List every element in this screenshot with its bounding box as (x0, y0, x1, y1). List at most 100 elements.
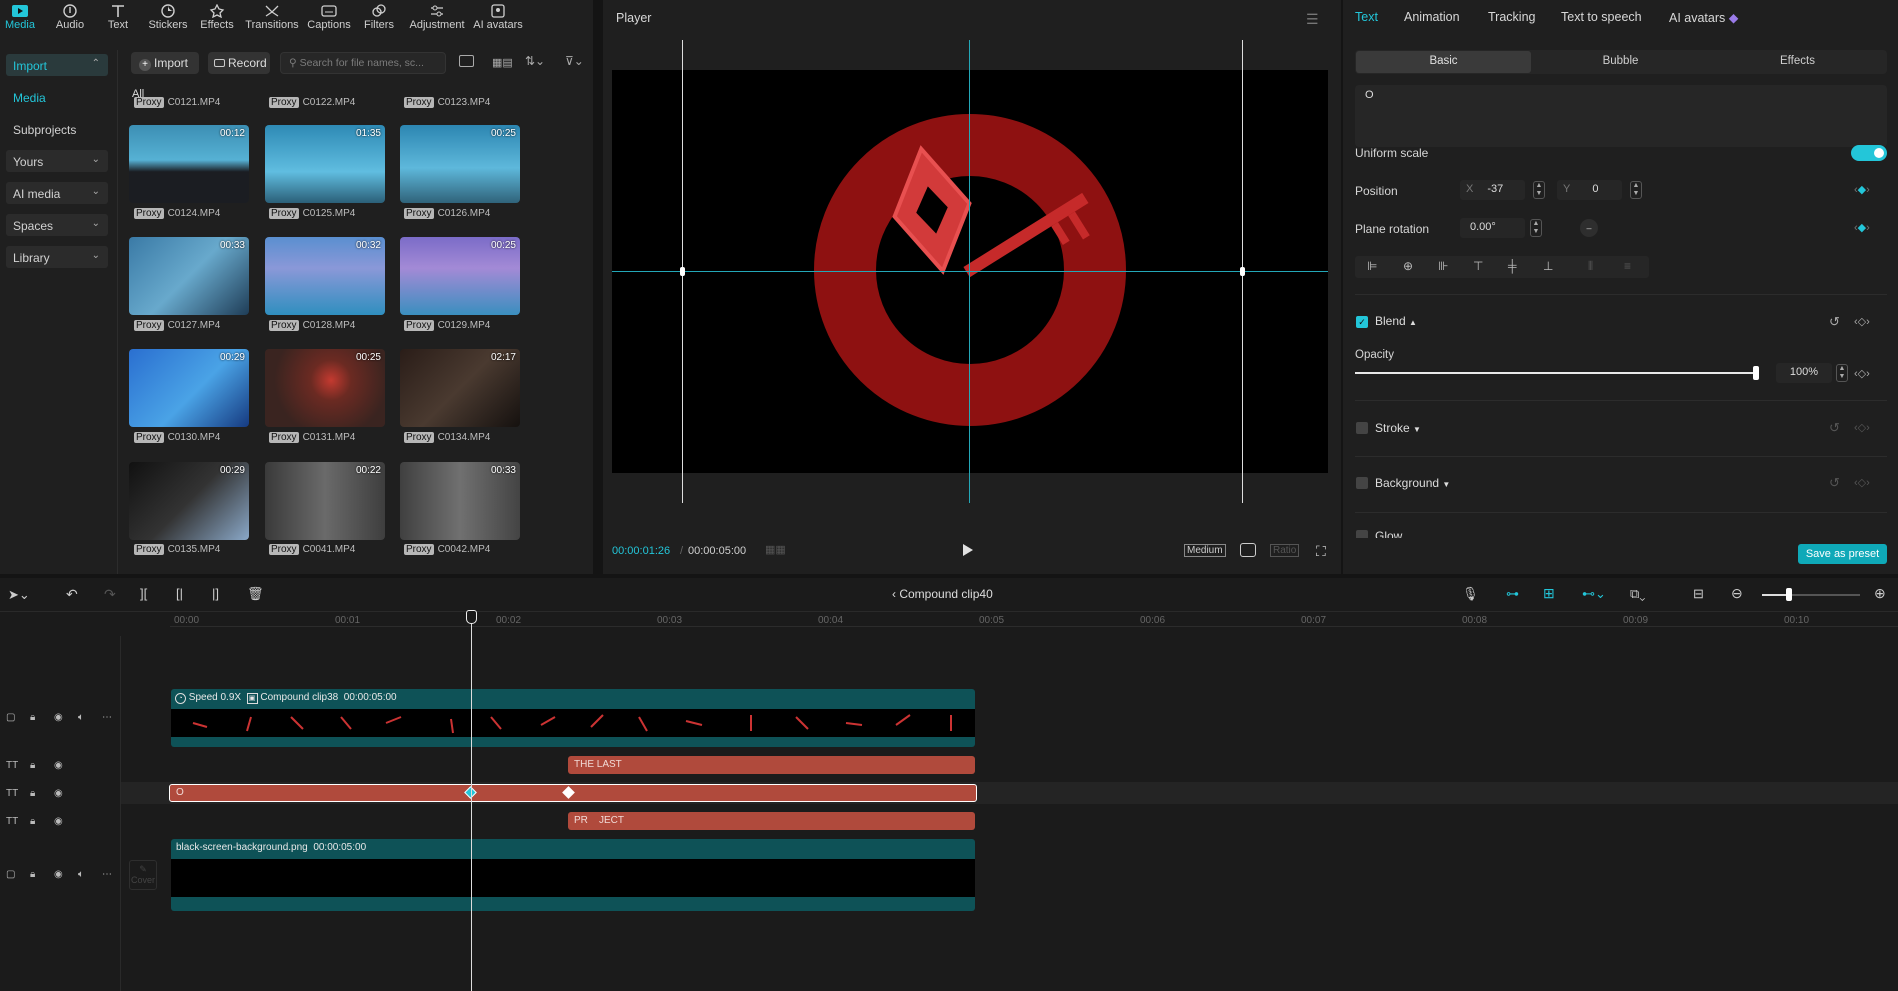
stepper-icon[interactable]: ▲ ▼ (1630, 181, 1642, 199)
tab-ai-avatars[interactable]: AI avatars ◆ (1669, 10, 1738, 25)
resize-handle[interactable] (680, 267, 685, 276)
quality-dropdown[interactable]: Medium (1184, 544, 1226, 557)
eye-icon[interactable]: ◉ (54, 869, 63, 880)
media-thumbnail[interactable]: 02:17 (400, 349, 520, 427)
lock-icon[interactable]: 🔒︎ (30, 760, 35, 771)
keyframe-nav-icon[interactable]: ‹◇› (1854, 315, 1870, 328)
align-left-icon[interactable]: ⊫ (1367, 259, 1377, 273)
tool-stickers[interactable]: Stickers (140, 2, 196, 36)
text-content-field[interactable]: O (1355, 85, 1887, 147)
keyframe-nav-icon[interactable]: ‹◇› (1854, 476, 1870, 489)
nav-import[interactable]: Import ⌃ (6, 54, 108, 76)
opacity-field[interactable]: 100% (1776, 363, 1832, 383)
nav-spaces[interactable]: Spaces ⌄ (6, 214, 108, 236)
zoom-in-icon[interactable]: ⊕ (1874, 585, 1886, 602)
media-thumbnail[interactable]: 00:25 (265, 349, 385, 427)
undo-icon[interactable]: ↶ (66, 586, 78, 603)
search-input[interactable]: ⚲ Search for file names, sc... (280, 52, 446, 74)
text-clip-project[interactable]: PR JECT (568, 812, 975, 830)
eye-icon[interactable]: ◉ (54, 816, 63, 827)
ratio-button[interactable]: Ratio (1270, 544, 1300, 557)
trim-right-icon[interactable]: |] (212, 586, 219, 601)
eye-icon[interactable]: ◉ (54, 788, 63, 799)
volume-icon[interactable]: 🔈︎ (78, 712, 84, 723)
background-clip[interactable]: black-screen-background.png 00:00:05:00 (171, 839, 975, 911)
microphone-icon[interactable]: 🎙 (1462, 586, 1479, 602)
nav-subprojects[interactable]: Subprojects (6, 118, 108, 140)
keyframe-nav-icon[interactable]: ‹◆› (1854, 183, 1870, 196)
lock-icon[interactable]: 🔒︎ (30, 712, 35, 723)
screenshot-icon[interactable] (1240, 543, 1256, 557)
fullscreen-icon[interactable]: ⛶ (1316, 543, 1326, 560)
distribute-h-icon[interactable]: ⫴ (1588, 259, 1593, 274)
align-center-h-icon[interactable]: ⊕ (1403, 259, 1413, 273)
new-folder-icon[interactable] (459, 55, 474, 67)
glow-checkbox[interactable] (1356, 530, 1368, 538)
reset-icon[interactable]: ↺ (1829, 475, 1840, 491)
delete-icon[interactable]: 🗑 (247, 586, 264, 602)
rotation-dial-icon[interactable]: – (1580, 219, 1598, 237)
align-top-icon[interactable]: ⊤ (1473, 259, 1483, 273)
keyframe-nav-icon[interactable]: ‹◆› (1854, 221, 1870, 234)
tool-filters[interactable]: Filters (351, 2, 407, 36)
tool-captions[interactable]: Captions (301, 2, 357, 36)
zoom-slider-handle[interactable] (1786, 588, 1792, 601)
stepper-icon[interactable]: ▲ ▼ (1836, 364, 1848, 382)
align-right-icon[interactable]: ⊪ (1438, 259, 1448, 273)
stepper-icon[interactable]: ▲ ▼ (1533, 181, 1545, 199)
tool-media[interactable]: Media (0, 2, 48, 36)
stroke-checkbox[interactable] (1356, 422, 1368, 434)
background-checkbox[interactable] (1356, 477, 1368, 489)
blend-checkbox[interactable]: ✓ (1356, 316, 1368, 328)
media-thumbnail[interactable]: 00:22 (265, 462, 385, 540)
nav-yours[interactable]: Yours ⌄ (6, 150, 108, 172)
distribute-v-icon[interactable]: ≡ (1624, 259, 1631, 273)
glow-label[interactable]: Glow (1375, 529, 1402, 538)
save-as-preset-button[interactable]: Save as preset (1798, 544, 1887, 564)
record-button[interactable]: Record (208, 52, 270, 74)
resize-handle[interactable] (1240, 267, 1245, 276)
timecode-grid-icon[interactable]: ▦▦ (765, 543, 786, 556)
cover-button[interactable]: ✎ Cover (129, 860, 157, 890)
blend-label[interactable]: Blend ▲ (1375, 314, 1417, 328)
media-thumbnail[interactable]: 00:25 (400, 125, 520, 203)
tab-text-to-speech[interactable]: Text to speech (1561, 10, 1642, 24)
stroke-label[interactable]: Stroke ▼ (1375, 421, 1421, 435)
filter-icon[interactable]: ⊽⌄ (565, 54, 584, 68)
sort-icon[interactable]: ⇅⌄ (525, 54, 545, 68)
background-label[interactable]: Background ▼ (1375, 476, 1450, 490)
magnet-icon[interactable]: ⊶ (1506, 586, 1519, 602)
more-icon[interactable]: ⋯ (102, 869, 112, 880)
tool-text[interactable]: Text (90, 2, 146, 36)
tool-effects[interactable]: Effects (189, 2, 245, 36)
media-thumbnail[interactable]: 00:25 (400, 237, 520, 315)
media-thumbnail[interactable]: 00:29 (129, 462, 249, 540)
preview-axis-icon[interactable]: ⧉⌄ (1630, 586, 1645, 602)
align-middle-icon[interactable]: ╪ (1508, 259, 1517, 273)
tab-text[interactable]: Text (1355, 10, 1378, 24)
volume-icon[interactable]: 🔈︎ (78, 869, 84, 880)
media-thumbnail[interactable]: 00:12 (129, 125, 249, 203)
tab-animation[interactable]: Animation (1404, 10, 1460, 24)
linkage-icon[interactable]: ⊞ (1543, 585, 1555, 602)
trim-left-icon[interactable]: [| (176, 586, 183, 601)
stepper-icon[interactable]: ▲ ▼ (1530, 219, 1542, 237)
select-tool-icon[interactable]: ➤⌄ (8, 587, 30, 603)
tool-transitions[interactable]: Transitions (244, 2, 300, 36)
position-x-field[interactable]: X -37 (1460, 180, 1525, 200)
cover-icon[interactable]: ▢ (6, 712, 15, 723)
subtab-basic[interactable]: Basic (1356, 51, 1531, 73)
tool-ai-avatars[interactable]: AI avatars (470, 2, 526, 36)
eye-icon[interactable]: ◉ (54, 712, 63, 723)
position-y-field[interactable]: Y0 (1557, 180, 1622, 200)
lock-icon[interactable]: 🔒︎ (30, 788, 35, 799)
text-clip-the-last[interactable]: THE LAST (568, 756, 975, 774)
keyframe-nav-icon[interactable]: ‹◇› (1854, 367, 1870, 380)
rotation-field[interactable]: 0.00° (1460, 218, 1525, 238)
nav-media[interactable]: Media (6, 86, 108, 108)
compound-back-button[interactable]: ‹ Compound clip40 (892, 587, 993, 601)
lock-icon[interactable]: 🔒︎ (30, 816, 35, 827)
tab-tracking[interactable]: Tracking (1488, 10, 1535, 24)
nav-library[interactable]: Library ⌄ (6, 246, 108, 268)
tool-adjustment[interactable]: Adjustment (408, 2, 466, 36)
